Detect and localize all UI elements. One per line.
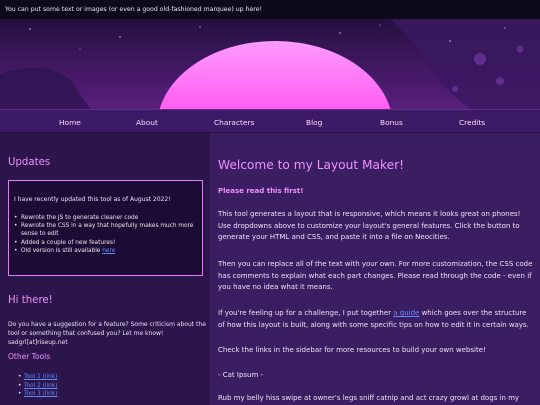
tools-list: Tool 1 (link) Tool 2 (link) Tool 3 (link… <box>18 373 57 399</box>
paragraph: - Cat Ipsum - <box>218 371 264 379</box>
updates-intro: I have recently updated this tool as of … <box>14 196 171 203</box>
list-item: Old version is still available here <box>14 247 199 255</box>
banner-image <box>0 19 540 109</box>
marquee-text: You can put some text or images (or even… <box>5 6 262 13</box>
tool-link[interactable]: Tool 3 (link) <box>24 391 57 397</box>
guide-link[interactable]: a guide <box>393 309 419 317</box>
synthwave-sunset-banner <box>0 19 540 109</box>
updates-list: Rewrote the JS to generate cleaner code … <box>14 214 199 255</box>
old-version-text: Old version is still available <box>21 247 103 254</box>
other-tools-heading: Other Tools <box>8 352 51 361</box>
paragraph: Check the links in the sidebar for more … <box>218 346 486 354</box>
list-item: Rewrote the CSS in a way that hopefully … <box>14 222 199 238</box>
page-subtitle: Please read this first! <box>218 187 304 195</box>
hi-heading: Hi there! <box>8 295 53 306</box>
updates-box: I have recently updated this tool as of … <box>8 180 203 276</box>
hi-text: Do you have a suggestion for a feature? … <box>8 321 206 346</box>
main-content: Welcome to my Layout Maker! Please read … <box>210 133 540 405</box>
top-nav: Home About Characters Blog Bonus Credits <box>0 109 540 133</box>
list-item: Rewrote the JS to generate cleaner code <box>14 214 199 222</box>
nav-home[interactable]: Home <box>59 118 81 127</box>
list-item: Tool 2 (link) <box>18 382 57 391</box>
nav-credits[interactable]: Credits <box>459 118 485 127</box>
nav-blog[interactable]: Blog <box>306 118 322 127</box>
guide-text-before: If you're feeling up for a challenge, I … <box>218 309 394 317</box>
nav-about[interactable]: About <box>136 118 158 127</box>
sidebar: Updates I have recently updated this too… <box>0 133 210 405</box>
paragraph: If you're feeling up for a challenge, I … <box>218 308 534 331</box>
nav-characters[interactable]: Characters <box>214 118 254 127</box>
list-item: Tool 3 (link) <box>18 390 57 399</box>
nav-bonus[interactable]: Bonus <box>380 118 403 127</box>
page-title: Welcome to my Layout Maker! <box>218 158 404 172</box>
list-item: Added a couple of new features! <box>14 239 199 247</box>
tool-link[interactable]: Tool 2 (link) <box>24 383 57 389</box>
paragraph: Then you can replace all of the text wit… <box>218 260 533 291</box>
paragraph: This tool generates a layout that is res… <box>218 210 521 241</box>
old-version-link[interactable]: here <box>102 248 115 254</box>
list-item: Tool 1 (link) <box>18 373 57 382</box>
marquee-bar: You can put some text or images (or even… <box>0 0 540 19</box>
updates-heading: Updates <box>8 157 51 168</box>
tool-link[interactable]: Tool 1 (link) <box>24 374 57 380</box>
paragraph: Rub my belly hiss swipe at owner's legs … <box>218 394 520 402</box>
